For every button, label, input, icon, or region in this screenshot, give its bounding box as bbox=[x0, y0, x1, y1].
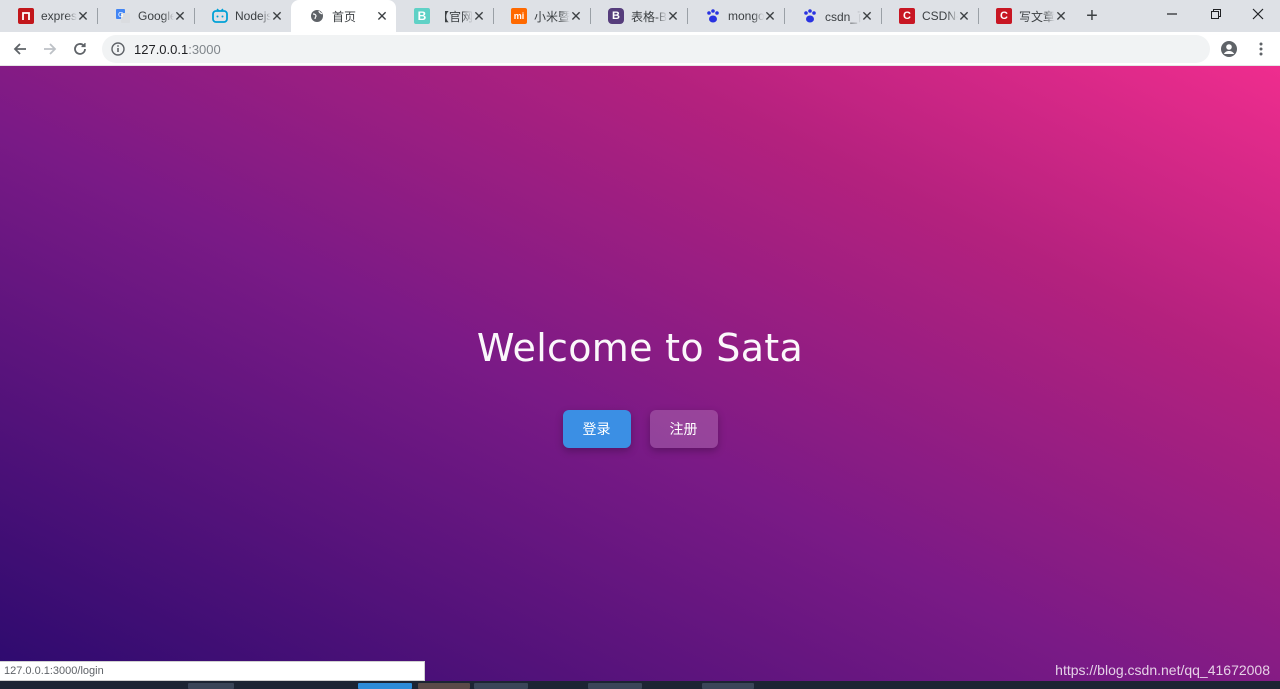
tab-label: 首页 bbox=[332, 9, 357, 24]
bilibili-tv-icon bbox=[212, 8, 228, 24]
taskbar-item[interactable] bbox=[358, 683, 412, 689]
arrow-left-icon bbox=[13, 43, 26, 55]
kebab-menu-icon[interactable] bbox=[1252, 40, 1270, 58]
tab-nodejs[interactable]: Nodejs ✕ bbox=[194, 0, 291, 32]
page-title: Welcome to Sata bbox=[476, 326, 804, 370]
tab-label: CSDN- bbox=[922, 9, 958, 23]
red-square-icon bbox=[18, 8, 34, 24]
close-tab-icon[interactable]: ✕ bbox=[762, 8, 778, 24]
arrow-right-icon bbox=[44, 43, 57, 55]
hero-section: Welcome to Sata bbox=[0, 326, 1280, 370]
tab-label: 【官网 bbox=[437, 9, 473, 24]
close-tab-icon[interactable]: ✕ bbox=[75, 8, 91, 24]
svg-text:G: G bbox=[118, 11, 123, 19]
login-button[interactable]: 登录 bbox=[562, 410, 631, 448]
url-port: :3000 bbox=[188, 42, 221, 57]
close-icon bbox=[1252, 8, 1264, 20]
close-tab-icon[interactable]: ✕ bbox=[859, 8, 875, 24]
forward-button[interactable] bbox=[38, 37, 62, 61]
reload-icon bbox=[74, 43, 86, 55]
csdn-c-icon: C bbox=[899, 8, 915, 24]
tab-label: Google bbox=[138, 9, 174, 23]
tab-label: express bbox=[41, 9, 77, 23]
page-viewport: Welcome to Sata 登录 注册 bbox=[0, 66, 1280, 689]
register-button[interactable]: 注册 bbox=[649, 410, 718, 448]
close-tab-icon[interactable]: ✕ bbox=[956, 8, 972, 24]
tab-bootstrap-table[interactable]: B 表格-Bo ✕ bbox=[590, 0, 688, 32]
bootstrap-icon: B bbox=[608, 8, 624, 24]
close-tab-icon[interactable]: ✕ bbox=[172, 8, 188, 24]
close-tab-icon[interactable]: ✕ bbox=[1053, 8, 1069, 24]
close-tab-icon[interactable]: ✕ bbox=[568, 8, 584, 24]
tab-csdn[interactable]: C CSDN- ✕ bbox=[881, 0, 979, 32]
taskbar-item[interactable] bbox=[702, 683, 754, 689]
reload-button[interactable] bbox=[68, 37, 92, 61]
restore-button[interactable] bbox=[1194, 0, 1238, 28]
tab-label: mongo bbox=[728, 9, 764, 23]
tab-strip: express ✕ G Google ✕ Nodejs ✕ 首页 ✕ B 【官网… bbox=[0, 0, 1280, 32]
tab-official-site[interactable]: B 【官网 ✕ bbox=[396, 0, 494, 32]
browser-toolbar: 127.0.0.1:3000 bbox=[0, 32, 1280, 66]
restore-icon bbox=[1211, 9, 1221, 19]
tab-google[interactable]: G Google ✕ bbox=[97, 0, 195, 32]
tab-express[interactable]: express ✕ bbox=[0, 0, 98, 32]
close-window-button[interactable] bbox=[1236, 0, 1280, 28]
globe-icon bbox=[309, 8, 325, 24]
back-button[interactable] bbox=[8, 37, 32, 61]
info-icon[interactable] bbox=[110, 41, 126, 57]
tab-label: 表格-Bo bbox=[631, 9, 667, 24]
csdn-c-icon: C bbox=[996, 8, 1012, 24]
close-tab-icon[interactable]: ✕ bbox=[471, 8, 487, 24]
close-tab-icon[interactable]: ✕ bbox=[269, 8, 285, 24]
auth-actions: 登录 注册 bbox=[0, 410, 1280, 448]
minimize-icon bbox=[1167, 13, 1177, 15]
url-host: 127.0.0.1 bbox=[134, 42, 189, 57]
close-tab-icon[interactable]: ✕ bbox=[665, 8, 681, 24]
new-tab-button[interactable]: + bbox=[1081, 5, 1103, 27]
url-text: 127.0.0.1:3000 bbox=[134, 42, 221, 57]
status-bar-url: 127.0.0.1:3000/login bbox=[0, 661, 425, 681]
tab-label: csdn_百 bbox=[825, 9, 861, 24]
mi-logo-icon: mi bbox=[511, 8, 527, 24]
baidu-paw-icon bbox=[705, 8, 721, 24]
taskbar-item[interactable] bbox=[474, 683, 528, 689]
tab-xiaomi[interactable]: mi 小米暨 ✕ bbox=[493, 0, 591, 32]
watermark: https://blog.csdn.net/qq_41672008 bbox=[1055, 662, 1270, 678]
taskbar-item[interactable] bbox=[188, 683, 234, 689]
tab-label: 写文章 bbox=[1019, 9, 1055, 24]
profile-avatar-icon[interactable] bbox=[1220, 40, 1238, 58]
google-translate-icon: G bbox=[115, 8, 131, 24]
baidu-paw-icon bbox=[802, 8, 818, 24]
close-tab-icon[interactable]: ✕ bbox=[374, 8, 390, 24]
tab-mongo[interactable]: mongo ✕ bbox=[687, 0, 785, 32]
tab-label: Nodejs bbox=[235, 9, 271, 23]
tab-label: 小米暨 bbox=[534, 9, 570, 24]
taskbar-item[interactable] bbox=[418, 683, 470, 689]
b-letter-icon: B bbox=[414, 8, 430, 24]
minimize-button[interactable] bbox=[1150, 0, 1194, 28]
tab-home-active[interactable]: 首页 ✕ bbox=[291, 0, 396, 32]
address-bar[interactable]: 127.0.0.1:3000 bbox=[102, 35, 1210, 63]
os-taskbar bbox=[0, 681, 1280, 689]
tab-csdn-baidu[interactable]: csdn_百 ✕ bbox=[784, 0, 882, 32]
taskbar-item[interactable] bbox=[588, 683, 642, 689]
tab-write-article[interactable]: C 写文章 ✕ bbox=[978, 0, 1075, 32]
